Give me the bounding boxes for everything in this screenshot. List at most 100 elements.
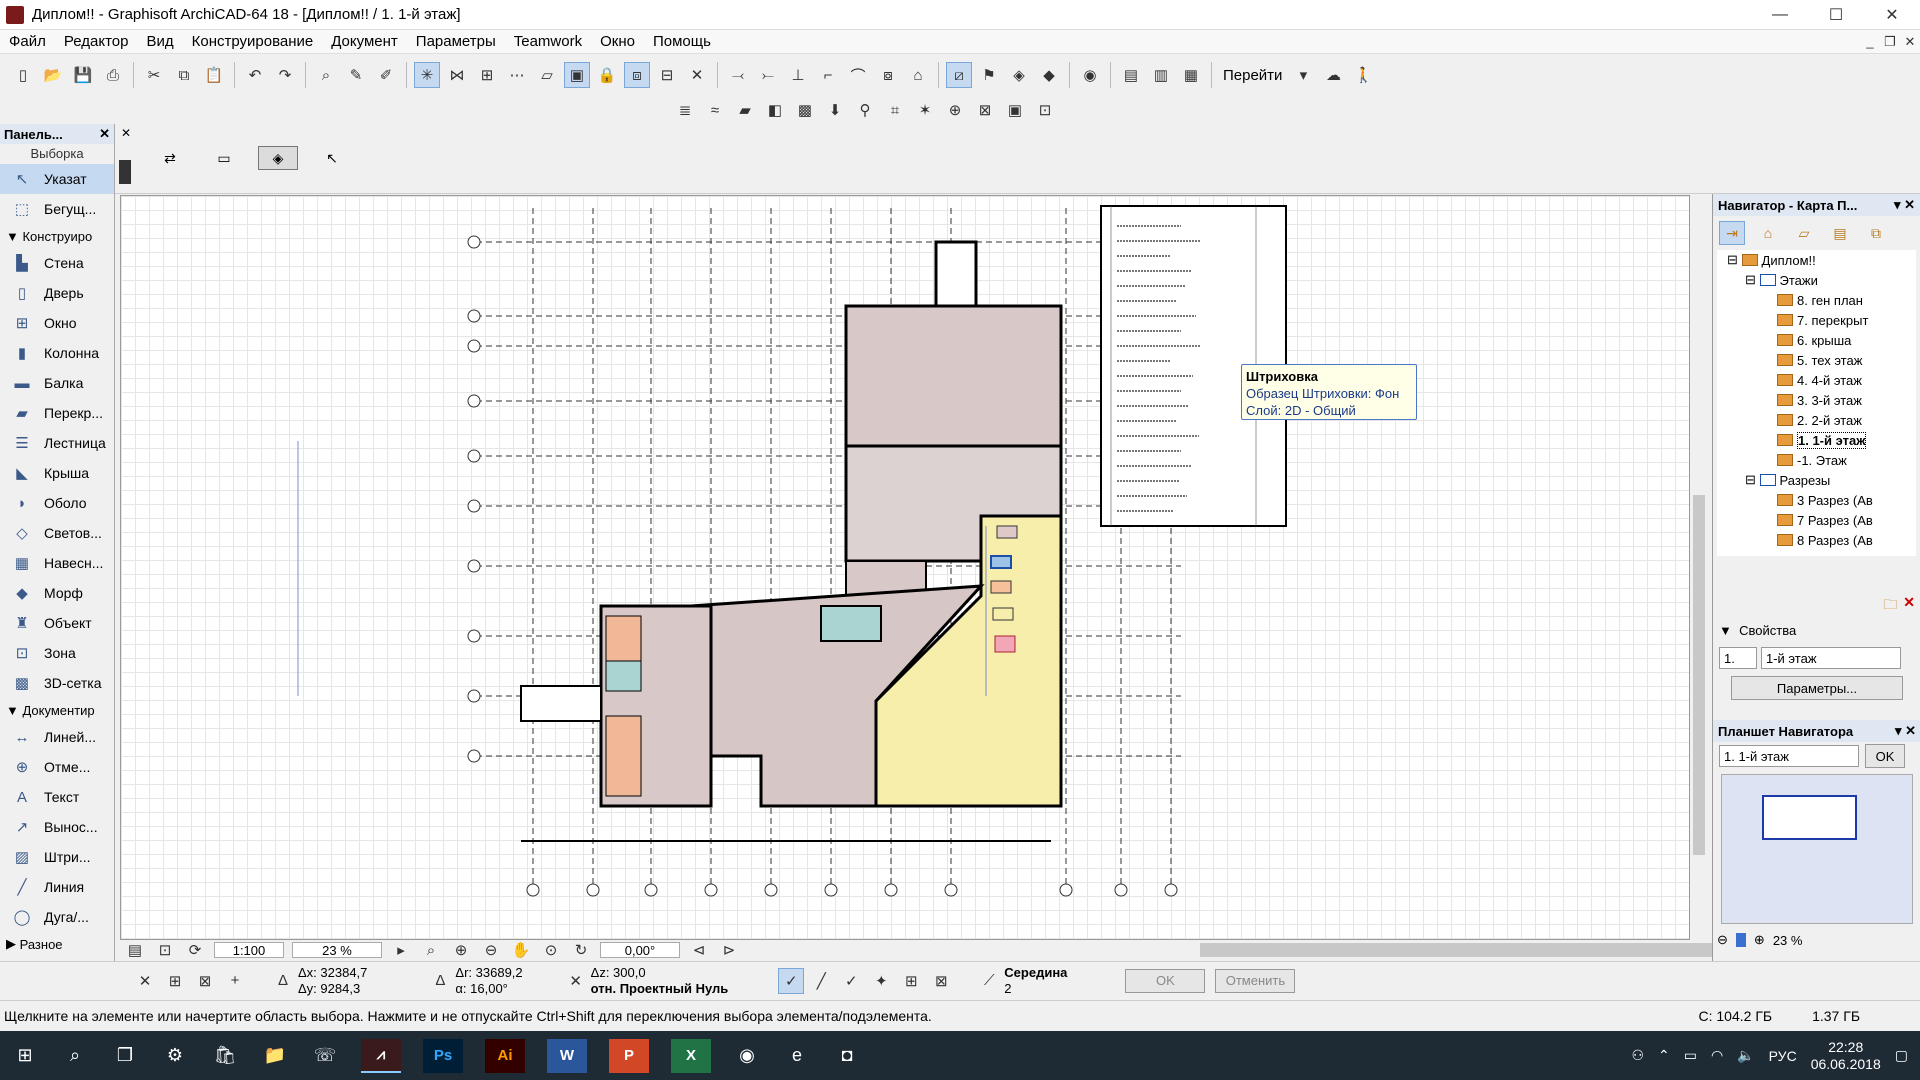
new-folder-icon[interactable]: 🗀 [1883,594,1897,616]
zoom-in-icon[interactable]: ⊕ [448,937,474,963]
radial-lock-icon[interactable]: Δ [427,968,453,994]
new-icon[interactable]: ▯ [10,62,36,88]
section-icon[interactable]: ⊟ [654,62,680,88]
layout-book-icon[interactable]: ▱ [1791,221,1817,245]
delete-icon[interactable]: ✕ [1903,594,1915,616]
notifications-icon[interactable]: ▢ [1895,1047,1908,1064]
tool-zone[interactable]: ⊡ Зона [0,638,114,668]
tool-fill[interactable]: ▨ Штри... [0,842,114,872]
walker-icon[interactable]: 🚶 [1350,62,1376,88]
save-icon[interactable]: 💾 [70,62,96,88]
adjust-icon[interactable]: ⤚ [755,62,781,88]
zoom-prev-icon[interactable]: ⊲ [686,937,712,963]
zoom-next-icon[interactable]: ⊳ [716,937,742,963]
navigator-menu-icon[interactable]: ▾ ✕ [1894,197,1915,213]
walk-icon[interactable]: ⚑ [976,62,1002,88]
snap-line-icon[interactable]: ╱ [808,968,834,994]
syringe-icon[interactable]: ✐ [373,62,399,88]
curve-icon[interactable]: ⌒ [845,62,871,88]
menu-options[interactable]: Параметры [407,33,505,50]
tool-morph[interactable]: ◆ Морф [0,578,114,608]
menu-view[interactable]: Вид [137,33,182,50]
zoom-out-icon[interactable]: ⊖ [478,937,504,963]
grid-toggle-icon[interactable]: ⊞ [162,968,188,994]
scale-field[interactable]: 1:100 [214,942,284,958]
illustrator-task-icon[interactable]: Ai [485,1038,525,1073]
menu-window[interactable]: Окно [591,33,644,50]
select-method-icon[interactable]: ⇄ [150,146,190,170]
snap-grid2-icon[interactable]: ⊠ [928,968,954,994]
render-icon[interactable]: ◆ [1036,62,1062,88]
doc-minimize-icon[interactable]: _ [1860,34,1880,50]
menu-design[interactable]: Конструирование [183,33,323,50]
toolbox-close-icon[interactable]: ✕ [99,126,110,142]
open-icon[interactable]: 📂 [40,62,66,88]
clock[interactable]: 22:28 06.06.2018 [1811,1039,1881,1073]
pin-tool-icon[interactable]: ⬇ [822,97,848,123]
grid-snap-icon[interactable]: ⋈ [444,62,470,88]
roof-cut-icon[interactable]: ⌂ [905,62,931,88]
star-tool-icon[interactable]: ✶ [912,97,938,123]
tool-shell[interactable]: ◗ Оболо [0,488,114,518]
eyedropper-icon[interactable]: ✎ [343,62,369,88]
menu-teamwork[interactable]: Teamwork [505,33,591,50]
dim-tool-icon[interactable]: ⌗ [882,97,908,123]
word-task-icon[interactable]: W [547,1038,587,1073]
origin-icon[interactable]: + [222,968,248,994]
tree-item[interactable]: ⊟ Этажи [1717,270,1916,290]
canvas-vertical-scrollbar[interactable] [1690,195,1708,940]
settings-gear-icon[interactable]: ⚙ [150,1031,200,1080]
project-map-icon[interactable]: ⇥ [1719,221,1745,245]
view-mode-icon[interactable]: ▤ [122,937,148,963]
preview-story-select[interactable]: 1. 1-й этаж [1719,745,1859,767]
snap-guide-icon[interactable]: ✓ [778,967,805,994]
zoom-window-icon[interactable]: ⊡ [152,937,178,963]
suspend-groups-icon[interactable]: ▣ [564,62,590,88]
tool-beam[interactable]: ▬ Балка [0,368,114,398]
tool-window[interactable]: ⊞ Окно [0,308,114,338]
doc-close-icon[interactable]: ✕ [1900,34,1920,50]
tree-item[interactable]: 8 Разрез (Ав [1717,530,1916,550]
infobox-close-icon[interactable]: ✕ [121,126,131,140]
tree-item[interactable]: 4. 4-й этаж [1717,370,1916,390]
excel-task-icon[interactable]: X [671,1038,711,1073]
preview-ok-button[interactable]: OK [1865,744,1905,768]
tree-item[interactable]: -1. Этаж [1717,450,1916,470]
close-button[interactable]: ✕ [1864,0,1920,30]
elev-tool-icon[interactable]: ⊕ [942,97,968,123]
store-icon[interactable]: 🛍 [200,1031,250,1080]
edge-icon[interactable]: e [772,1031,822,1080]
tool-door[interactable]: ▯ Дверь [0,278,114,308]
tool-text[interactable]: A Текст [0,782,114,812]
snap-point-icon[interactable]: ✦ [868,968,894,994]
zoom-field[interactable]: 23 % [292,942,382,958]
coord-ok-button[interactable]: OK [1125,968,1206,993]
refresh-icon[interactable]: ⟳ [182,937,208,963]
tree-item[interactable]: 2. 2-й этаж [1717,410,1916,430]
gravity-icon[interactable]: ✳ [414,62,440,88]
menu-document[interactable]: Документ [322,33,407,50]
tree-item[interactable]: 7. перекрыт [1717,310,1916,330]
tree-item-selected[interactable]: 1. 1-й этаж [1717,430,1916,450]
tree-item[interactable]: 3 Разрез (Ав [1717,490,1916,510]
guide-line-icon[interactable]: ⊞ [474,62,500,88]
copy-icon[interactable]: ⧉ [171,62,197,88]
task-view-icon[interactable]: ❐ [100,1031,150,1080]
maximize-button[interactable]: ☐ [1808,0,1864,30]
undo-icon[interactable]: ↶ [242,62,268,88]
menu-help[interactable]: Помощь [644,33,720,50]
photoshop-task-icon[interactable]: Ps [423,1038,463,1073]
mesh-tool-icon[interactable]: ▩ [792,97,818,123]
tool-column[interactable]: ▮ Колонна [0,338,114,368]
tool-object[interactable]: ♜ Объект [0,608,114,638]
trace-icon[interactable]: ⧈ [624,62,650,88]
infobox-handle[interactable] [119,160,131,184]
organizer-icon[interactable]: ⧉ [1863,221,1889,245]
tree-item[interactable]: ⊟ Диплом!! [1717,250,1916,270]
angle-field[interactable]: 0,00° [600,942,680,958]
tool-arc[interactable]: ◯ Дуга/... [0,902,114,932]
split-icon[interactable]: ⤙ [725,62,751,88]
canvas-horizontal-scrollbar[interactable] [1200,943,1800,957]
tool-pointer[interactable]: ↖ Указат [0,164,114,194]
paste-icon[interactable]: 📋 [201,62,227,88]
